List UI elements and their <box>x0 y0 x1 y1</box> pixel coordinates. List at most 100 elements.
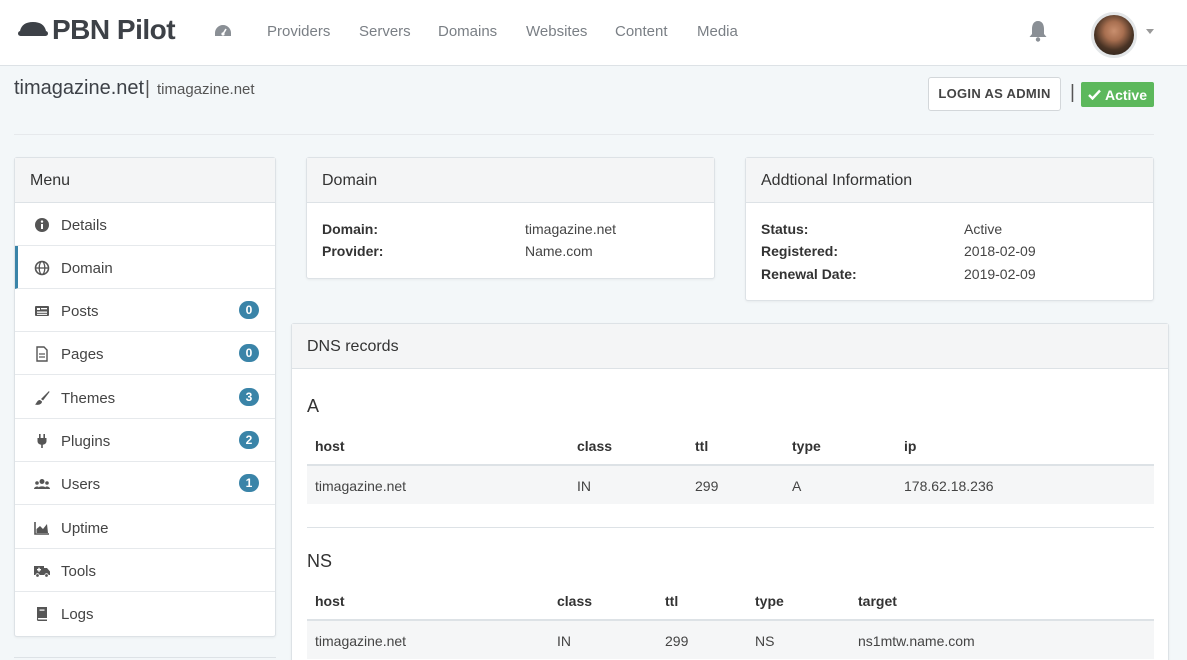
count-badge: 0 <box>239 301 259 319</box>
status-label: Status: <box>761 221 809 237</box>
brush-icon <box>35 391 50 405</box>
globe-icon <box>34 260 50 276</box>
nav-content[interactable]: Content <box>615 23 668 40</box>
menu-item-details[interactable]: Details <box>15 203 275 246</box>
header-separator: | <box>1070 82 1075 103</box>
domain-value: timagazine.net <box>525 221 617 237</box>
menu-item-users[interactable]: Users 1 <box>15 462 275 505</box>
menu-item-pages[interactable]: Pages 0 <box>15 332 275 375</box>
menu-item-label: Users <box>61 476 101 493</box>
ambulance-icon <box>34 566 50 578</box>
side-menu: Menu Details Domain Posts 0 Pages 0 Them… <box>14 157 276 637</box>
menu-item-label: Plugins <box>61 433 111 450</box>
status-value: Active <box>964 221 1003 237</box>
area-chart-icon <box>34 522 49 535</box>
dashboard-icon[interactable] <box>214 23 232 39</box>
count-badge: 3 <box>239 388 259 406</box>
menu-item-themes[interactable]: Themes 3 <box>15 376 275 419</box>
domain-panel: Domain Domain: timagazine.net Provider: … <box>306 157 715 279</box>
divider <box>307 527 1154 528</box>
check-icon <box>1088 89 1101 100</box>
additional-info-panel: Addtional Information Status: Active Reg… <box>745 157 1154 301</box>
count-badge: 0 <box>239 344 259 362</box>
column-header: ttl <box>665 593 679 609</box>
cell-type: A <box>792 478 802 494</box>
column-header: class <box>557 593 593 609</box>
ns-records-heading: NS <box>307 551 333 571</box>
provider-label: Provider: <box>322 243 384 259</box>
file-icon <box>36 346 48 362</box>
renewal-date-label: Renewal Date: <box>761 266 857 282</box>
chevron-down-icon[interactable] <box>1146 29 1154 34</box>
a-records-heading: A <box>307 396 320 416</box>
menu-item-uptime[interactable]: Uptime <box>15 506 275 549</box>
menu-item-label: Domain <box>61 260 113 277</box>
menu-item-plugins[interactable]: Plugins 2 <box>15 419 275 462</box>
bell-icon[interactable] <box>1028 20 1048 42</box>
menu-item-label: Themes <box>61 390 116 407</box>
registered-label: Registered: <box>761 243 839 259</box>
menu-item-posts[interactable]: Posts 0 <box>15 289 275 332</box>
menu-item-label: Details <box>61 217 107 234</box>
column-header: class <box>577 438 613 454</box>
column-header: host <box>315 438 345 454</box>
cell-host: timagazine.net <box>315 633 407 649</box>
cell-class: IN <box>577 478 591 494</box>
status-badge: Active <box>1081 82 1154 107</box>
menu-item-tools[interactable]: Tools <box>15 549 275 592</box>
brand-name: PBN Pilot <box>52 14 176 45</box>
cell-host: timagazine.net <box>315 478 407 494</box>
panel-title: Domain <box>307 158 714 203</box>
nav-media[interactable]: Media <box>697 23 738 40</box>
panel-title: DNS records <box>292 324 1168 369</box>
registered-value: 2018-02-09 <box>964 243 1036 259</box>
page-title: timagazine.net <box>14 77 145 99</box>
menu-item-label: Pages <box>61 346 104 363</box>
column-header: ip <box>904 438 917 454</box>
domain-label: Domain: <box>322 221 378 237</box>
user-avatar[interactable] <box>1091 12 1137 58</box>
menu-title: Menu <box>15 158 275 203</box>
table-row <box>307 466 1154 504</box>
cell-type: NS <box>755 633 775 649</box>
menu-item-domain[interactable]: Domain <box>15 246 275 289</box>
page-subtitle: timagazine.net <box>157 81 255 98</box>
table-row <box>307 621 1154 659</box>
title-separator: | <box>145 78 150 99</box>
cell-ip: 178.62.18.236 <box>904 478 994 494</box>
nav-providers[interactable]: Providers <box>267 23 330 40</box>
column-header: host <box>315 593 345 609</box>
cell-ttl: 299 <box>665 633 689 649</box>
book-icon <box>36 607 47 621</box>
renewal-date-value: 2019-02-09 <box>964 266 1036 282</box>
pilot-hat-icon <box>18 22 48 36</box>
login-as-admin-button[interactable]: LOGIN AS ADMIN <box>928 77 1061 111</box>
cell-ttl: 299 <box>695 478 719 494</box>
info-icon <box>35 218 49 232</box>
panel-title: Addtional Information <box>746 158 1153 203</box>
menu-item-label: Posts <box>61 303 99 320</box>
column-header: type <box>792 438 821 454</box>
provider-value: Name.com <box>525 243 593 259</box>
column-header: type <box>755 593 784 609</box>
column-header: ttl <box>695 438 709 454</box>
divider <box>14 657 276 658</box>
status-badge-label: Active <box>1104 86 1148 103</box>
menu-item-label: Logs <box>61 606 94 623</box>
column-header: target <box>858 593 897 609</box>
cell-target: ns1mtw.name.com <box>858 633 975 649</box>
nav-domains[interactable]: Domains <box>438 23 497 40</box>
menu-item-logs[interactable]: Logs <box>15 592 275 635</box>
brand-logo[interactable]: PBN Pilot <box>18 14 176 46</box>
nav-servers[interactable]: Servers <box>359 23 411 40</box>
cell-class: IN <box>557 633 571 649</box>
count-badge: 2 <box>239 431 259 449</box>
posts-icon <box>35 306 49 316</box>
menu-item-label: Tools <box>61 563 97 580</box>
top-navbar: PBN Pilot Providers Servers Domains Webs… <box>0 0 1187 66</box>
users-icon <box>34 479 50 489</box>
plug-icon <box>37 434 47 448</box>
nav-websites[interactable]: Websites <box>526 23 587 40</box>
divider <box>14 134 1154 135</box>
count-badge: 1 <box>239 474 259 492</box>
